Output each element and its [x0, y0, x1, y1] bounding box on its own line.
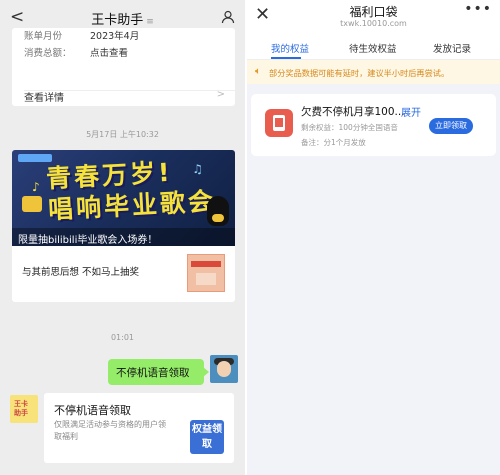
speaker-icon: 🔈︎ — [255, 66, 261, 77]
chat-screen: < 王卡助手 ≡ 账单月份 2023年4月 消费总额： 点击查看 查看详情 > 5… — [0, 0, 245, 475]
tab-issue-records[interactable]: 发放记录 — [433, 41, 471, 55]
bill-card[interactable]: 账单月份 2023年4月 消费总额： 点击查看 查看详情 > — [12, 28, 235, 106]
bot-message-card[interactable]: 不停机语音领取 仅限满足活动参与资格的用户领取福利 权益领取 — [44, 393, 234, 463]
music-note-icon: ♪ — [32, 180, 40, 194]
promo-banner-image[interactable]: ♪ ♫ 青春万岁! 唱响毕业歌会 限量抽bilibili毕业歌会入场券！ — [12, 150, 235, 246]
bot-avatar[interactable]: 王卡 助手 — [10, 395, 38, 423]
banner-caption: 限量抽bilibili毕业歌会入场券！ — [12, 228, 235, 246]
phone-benefit-icon — [265, 109, 293, 137]
banner-headline-2: 唱响毕业歌会 — [47, 186, 217, 225]
notice-text: 部分奖品数据可能有延时，建议半小时后再尝试。 — [269, 68, 450, 78]
page-title: 福利口袋 — [349, 5, 398, 19]
bill-month-value: 2023年4月 — [90, 31, 140, 42]
tv-mascot-icon — [22, 196, 42, 212]
benefit-badge-icon: 权益领取 — [190, 420, 224, 454]
benefit-tabs: 我的权益 待生效权益 发放记录 — [247, 34, 500, 60]
avatar-face — [217, 361, 231, 377]
benefit-card: 欠费不停机月享100... 展开 剩余权益：100分钟全国语音 备注：分1个月发… — [251, 94, 496, 156]
bill-total-label: 消费总额： — [24, 48, 72, 59]
user-profile-icon[interactable] — [221, 9, 235, 28]
benefit-title: 欠费不停机月享100... — [301, 106, 405, 118]
my-message-bubble[interactable]: 不停机语音领取 — [108, 359, 209, 385]
thumbnail-strip — [196, 273, 216, 285]
chat-subtitle-icon: ≡ — [146, 17, 154, 27]
my-avatar[interactable] — [210, 355, 238, 383]
claim-now-button[interactable]: 立即领取 — [429, 118, 473, 134]
active-tab-indicator — [271, 57, 301, 59]
benefits-screen: ✕ 福利口袋 txwk.10010.com ••• 我的权益 待生效权益 发放记… — [247, 0, 500, 475]
more-menu-icon[interactable]: ••• — [464, 1, 492, 17]
tab-my-benefits[interactable]: 我的权益 — [271, 41, 309, 55]
page-url: txwk.10010.com — [340, 19, 407, 28]
bot-card-desc: 仅限满足活动参与资格的用户领取福利 — [54, 420, 166, 441]
benefit-remaining: 剩余权益：100分钟全国语音 — [301, 123, 398, 132]
bill-total-link[interactable]: 点击查看 — [90, 45, 128, 59]
promo-thumbnail — [187, 254, 225, 292]
bill-month-row: 账单月份 2023年4月 — [24, 28, 139, 42]
chat-timestamp: 5月17日 上午10:32 — [86, 130, 159, 139]
bot-card-title: 不停机语音领取 — [54, 404, 131, 417]
chat-timestamp: 01:01 — [110, 333, 135, 342]
tab-pending-benefits[interactable]: 待生效权益 — [349, 41, 397, 55]
benefits-header: ✕ 福利口袋 txwk.10010.com ••• — [247, 0, 500, 34]
chevron-right-icon: > — [216, 89, 225, 100]
chat-title-text: 王卡助手 — [91, 13, 144, 28]
promo-text: 与其前思后想 不如马上抽奖 — [22, 267, 140, 278]
view-details-link[interactable]: 查看详情 — [24, 89, 64, 104]
penguin-mascot-icon — [207, 196, 229, 226]
bot-avatar-text: 王卡 助手 — [14, 400, 28, 417]
chat-title: 王卡助手 ≡ — [0, 9, 245, 28]
benefit-note: 备注：分1个月发放 — [301, 138, 366, 147]
notice-bar: 🔈︎ 部分奖品数据可能有延时，建议半小时后再尝试。 — [247, 60, 500, 84]
promo-card[interactable]: ♪ ♫ 青春万岁! 唱响毕业歌会 限量抽bilibili毕业歌会入场券！ 与其前… — [12, 150, 235, 302]
expand-link[interactable]: 展开 — [401, 104, 421, 119]
bill-total-row: 消费总额： 点击查看 — [24, 45, 128, 59]
bill-month-label: 账单月份 — [24, 31, 63, 42]
thumbnail-strip — [191, 261, 221, 267]
music-note-icon: ♫ — [192, 162, 203, 176]
